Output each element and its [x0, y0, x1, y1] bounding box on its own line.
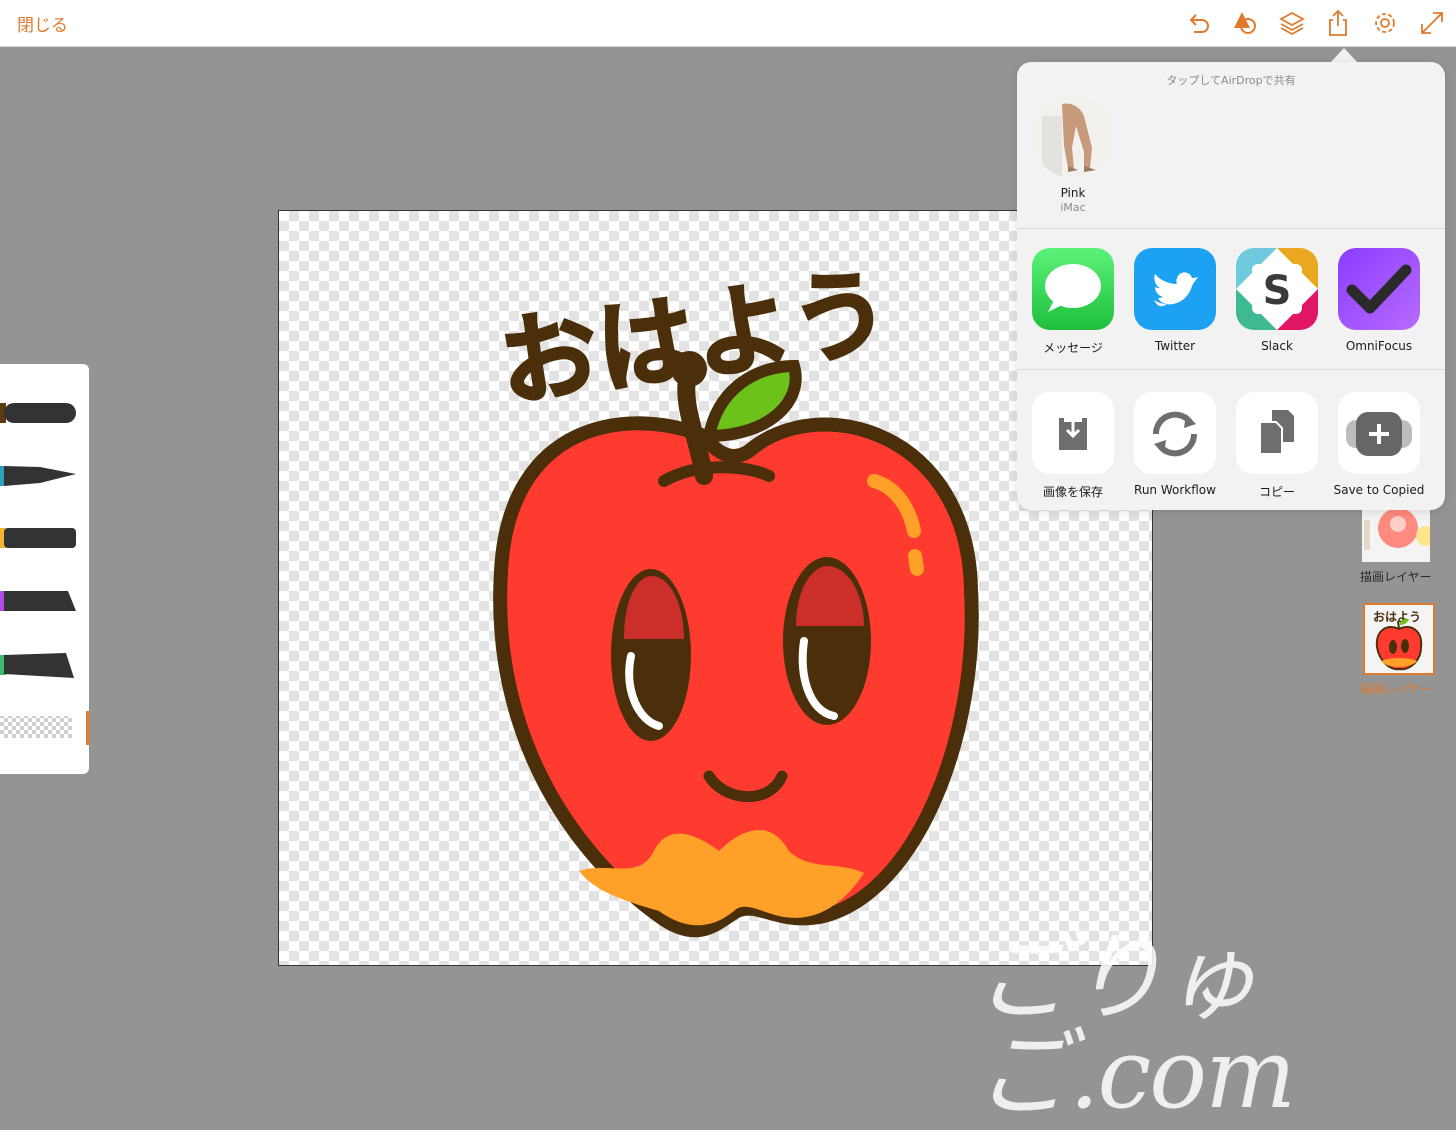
share-app-omnifocus[interactable]: OmniFocus [1332, 248, 1426, 353]
svg-text:S: S [1263, 268, 1292, 314]
share-app-label: OmniFocus [1345, 339, 1413, 353]
settings-icon[interactable] [1371, 9, 1399, 37]
share-app-slack[interactable]: S Slack [1230, 248, 1324, 353]
share-action-label: Save to Copied [1333, 483, 1425, 497]
share-action-save-image[interactable]: 画像を保存 [1026, 392, 1120, 500]
workflow-icon [1134, 392, 1216, 474]
share-app-messages[interactable]: メッセージ [1026, 248, 1120, 356]
brush-4[interactable] [0, 590, 80, 612]
close-button[interactable]: 閉じる [17, 11, 68, 36]
site-watermark: ごりゅご.com [975, 922, 1296, 1130]
share-app-label: Twitter [1154, 339, 1196, 353]
twitter-icon [1134, 248, 1216, 330]
layer-thumbnail-2[interactable]: おはよう [1363, 603, 1435, 675]
share-action-run-workflow[interactable]: Run Workflow [1128, 392, 1222, 497]
brush-5[interactable] [0, 652, 80, 680]
sheet-divider-2 [1017, 369, 1445, 370]
brush-panel [0, 364, 89, 774]
eraser[interactable] [0, 714, 80, 740]
airdrop-device-name: Pink [1060, 186, 1086, 200]
share-action-label: コピー [1258, 485, 1295, 499]
airdrop-device-avatar [1032, 96, 1114, 178]
share-action-label: 画像を保存 [1042, 485, 1103, 499]
share-sheet-arrow [1330, 48, 1358, 63]
copy-icon [1236, 392, 1318, 474]
share-action-copy[interactable]: コピー [1230, 392, 1324, 500]
brush-1[interactable] [0, 402, 80, 424]
airdrop-title: タップしてAirDropで共有 [1166, 74, 1296, 87]
shapes-icon[interactable] [1231, 9, 1259, 37]
brush-3[interactable] [0, 527, 80, 549]
layers-icon[interactable] [1278, 9, 1306, 37]
selected-brush-indicator [86, 711, 89, 745]
sheet-divider-1 [1017, 228, 1445, 229]
save-image-icon [1032, 392, 1114, 474]
share-action-label: Run Workflow [1134, 483, 1216, 497]
layer-label-1: 描画レイヤー [1360, 570, 1432, 584]
airdrop-device-type: iMac [1060, 201, 1086, 214]
slack-icon: S [1236, 248, 1318, 330]
share-sheet: タップしてAirDropで共有 Pink iMac メッセージ Twitter … [1017, 62, 1445, 510]
top-toolbar: 閉じる [0, 0, 1456, 47]
undo-icon[interactable] [1184, 9, 1212, 37]
brush-2[interactable] [0, 465, 80, 487]
share-action-save-to-copied[interactable]: Save to Copied [1332, 392, 1426, 497]
layer-thumbnail-1[interactable] [1362, 506, 1430, 562]
share-app-label: Slack [1261, 339, 1293, 353]
share-icon[interactable] [1324, 9, 1352, 37]
layer-thumb-text: おはよう [1373, 610, 1421, 624]
save-to-copied-icon [1338, 392, 1420, 474]
messages-icon [1032, 248, 1114, 330]
airdrop-device-pink[interactable]: Pink iMac [1031, 96, 1115, 214]
fullscreen-icon[interactable] [1418, 9, 1446, 37]
share-app-label: メッセージ [1043, 341, 1103, 355]
omnifocus-icon [1338, 248, 1420, 330]
layer-label-2: 描画レイヤー [1360, 682, 1432, 696]
share-app-twitter[interactable]: Twitter [1128, 248, 1222, 353]
